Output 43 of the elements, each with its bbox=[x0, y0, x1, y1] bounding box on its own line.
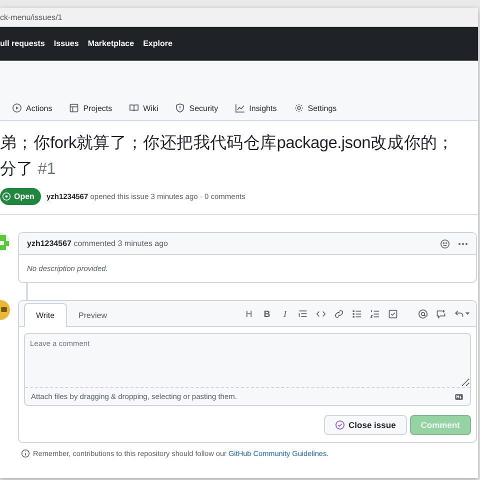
comment-header: yzh1234567 commented 3 minutes ago bbox=[27, 239, 168, 248]
editor-tab[interactable]: Preview bbox=[66, 303, 119, 327]
numbered-list-icon bbox=[370, 308, 380, 318]
quote-icon bbox=[298, 308, 308, 318]
status-badge: Open bbox=[0, 188, 42, 205]
settings-icon bbox=[294, 103, 304, 113]
toolbar-button[interactable]: H bbox=[244, 308, 254, 318]
markdown-icon bbox=[454, 392, 464, 400]
link-icon bbox=[334, 308, 344, 318]
caret-icon bbox=[465, 311, 470, 316]
book-icon bbox=[129, 103, 140, 113]
toolbar-button[interactable]: B bbox=[262, 308, 272, 318]
address-bar-url[interactable]: ck-menu/issues/1 bbox=[0, 12, 62, 22]
graph-icon bbox=[235, 103, 246, 113]
repo-tab[interactable]: Wiki bbox=[129, 103, 158, 113]
repo-tab[interactable]: Security bbox=[175, 103, 218, 113]
task-list-icon bbox=[388, 308, 398, 318]
repo-tab[interactable]: Insights bbox=[235, 103, 277, 113]
issue-title: 弟；你fork就算了；你还把我代码仓库package.json改成你的； bbox=[0, 133, 455, 154]
bulleted-list-icon bbox=[352, 308, 362, 318]
undo-icon bbox=[454, 308, 464, 318]
editor-tab[interactable]: Write bbox=[24, 303, 67, 327]
toolbar-button[interactable]: I bbox=[280, 308, 290, 318]
play-icon bbox=[12, 103, 22, 113]
table-icon bbox=[69, 103, 80, 113]
repo-tab[interactable]: Projects bbox=[69, 103, 112, 113]
reference-icon bbox=[436, 308, 446, 318]
code-icon bbox=[316, 308, 326, 318]
nav-link[interactable]: Marketplace bbox=[88, 39, 134, 48]
close-issue-button[interactable]: Close issue bbox=[324, 415, 407, 435]
check-circle-icon bbox=[334, 420, 345, 430]
mention-icon bbox=[418, 308, 428, 318]
info-icon bbox=[21, 449, 30, 458]
nav-link[interactable]: Issues bbox=[54, 39, 79, 48]
shield-icon bbox=[175, 103, 186, 113]
repo-tab[interactable]: Settings bbox=[294, 103, 337, 113]
open-issue-icon bbox=[2, 192, 11, 201]
repo-tab[interactable]: Actions bbox=[12, 103, 52, 113]
more-icon[interactable] bbox=[458, 242, 468, 246]
smiley-icon bbox=[440, 238, 450, 248]
nav-link[interactable]: Explore bbox=[143, 39, 172, 48]
issue-title: 分了 #1 bbox=[0, 159, 56, 180]
nav-link[interactable]: ull requests bbox=[0, 39, 45, 48]
